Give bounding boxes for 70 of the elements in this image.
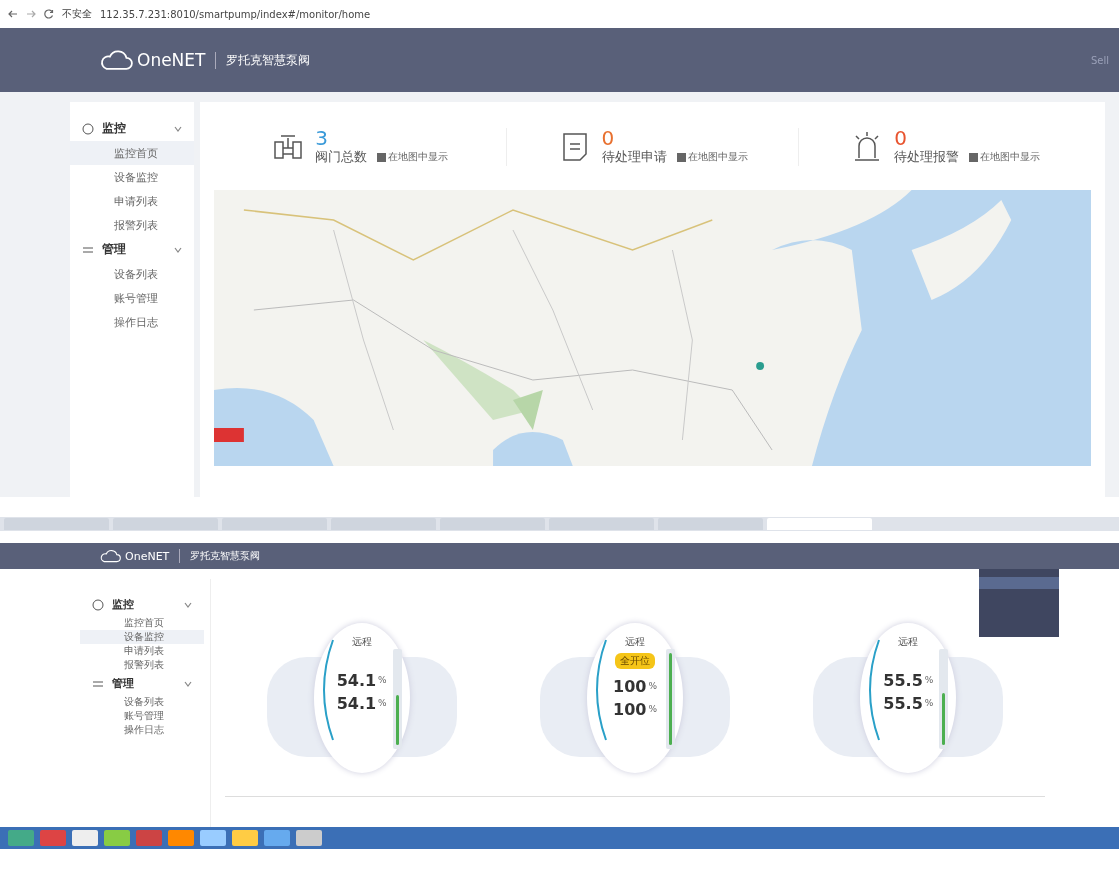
- menu-item[interactable]: 监控首页: [80, 616, 204, 630]
- setpoint-value: 54.1: [336, 693, 377, 713]
- monitor-icon: [92, 598, 104, 611]
- url-text[interactable]: 112.35.7.231:8010/smartpump/index#/monitor/home: [100, 8, 371, 20]
- setpoint-value: 100: [613, 699, 647, 719]
- stat-count: 0: [601, 128, 616, 148]
- setpoint-value: 55.5: [883, 693, 923, 713]
- menu-item[interactable]: 操作日志: [80, 723, 204, 737]
- menu-item[interactable]: 设备监控: [80, 630, 204, 644]
- caret-icon: [174, 124, 182, 133]
- brand-name: OneNET: [125, 549, 170, 563]
- menu-item[interactable]: 设备监控: [70, 165, 194, 189]
- menu-item[interactable]: 设备列表: [80, 695, 204, 709]
- menu-item[interactable]: 申请列表: [70, 189, 194, 213]
- brand-name: OneNET: [137, 50, 206, 70]
- stat-count: 3: [315, 128, 330, 148]
- opening-value: 100: [613, 676, 647, 696]
- menu-item[interactable]: 报警列表: [70, 213, 194, 237]
- unit-label: %: [378, 698, 387, 708]
- taskbar-app-icon[interactable]: [264, 830, 290, 846]
- cloud-logo-icon: [100, 549, 121, 563]
- caret-icon: [184, 600, 192, 609]
- mode-label: 远程: [898, 634, 919, 649]
- unit-label: %: [648, 704, 657, 714]
- unit-label: %: [924, 698, 934, 708]
- taskbar-app-icon[interactable]: [136, 830, 162, 846]
- menu-group[interactable]: 管理: [80, 672, 204, 695]
- stat-label: 待处理申请: [601, 148, 667, 166]
- menu-group[interactable]: 监控: [70, 116, 194, 141]
- taskbar-app-icon[interactable]: [296, 830, 322, 846]
- opening-value: 55.5: [883, 670, 923, 690]
- show-on-map-checkbox[interactable]: 在地图中显示: [377, 150, 449, 164]
- taskbar-app-icon[interactable]: [8, 830, 34, 846]
- forward-icon[interactable]: [26, 9, 36, 19]
- reload-icon[interactable]: [44, 9, 54, 19]
- mode-label: 远程: [625, 634, 645, 649]
- mode-label: 远程: [351, 634, 372, 649]
- menu-item[interactable]: 账号管理: [70, 286, 194, 310]
- menu-item[interactable]: 申请列表: [80, 644, 204, 658]
- monitor-icon: [82, 122, 94, 135]
- system-title: 罗托克智慧泵阀: [179, 549, 261, 563]
- menu-item[interactable]: 监控首页: [70, 141, 194, 165]
- show-on-map-checkbox[interactable]: 在地图中显示: [676, 150, 748, 164]
- menu-item[interactable]: 设备列表: [70, 262, 194, 286]
- menu-group[interactable]: 监控: [80, 593, 204, 616]
- menu-item[interactable]: 报警列表: [80, 658, 204, 672]
- show-on-map-checkbox[interactable]: 在地图中显示: [969, 150, 1041, 164]
- taskbar-app-icon[interactable]: [232, 830, 258, 846]
- back-icon[interactable]: [8, 9, 18, 19]
- status-badge: 全开位: [615, 652, 655, 669]
- caret-icon: [174, 245, 182, 254]
- unit-label: %: [648, 681, 657, 691]
- taskbar-app-icon[interactable]: [104, 830, 130, 846]
- taskbar-app-icon[interactable]: [168, 830, 194, 846]
- taskbar-app-icon[interactable]: [40, 830, 66, 846]
- stat-label: 阀门总数: [315, 148, 368, 166]
- opening-value: 54.1: [336, 670, 377, 690]
- menu-item[interactable]: 操作日志: [70, 310, 194, 334]
- security-label: 不安全: [62, 7, 92, 21]
- unit-label: %: [378, 675, 387, 685]
- menu-item[interactable]: 账号管理: [80, 709, 204, 723]
- menu-group[interactable]: 管理: [70, 237, 194, 262]
- unit-label: %: [924, 675, 934, 685]
- system-title: 罗托克智慧泵阀: [215, 51, 311, 69]
- caret-icon: [184, 679, 192, 688]
- stat-label: 待处理报警: [894, 148, 960, 166]
- stat-count: 0: [894, 128, 908, 148]
- taskbar-app-icon[interactable]: [72, 830, 98, 846]
- cloud-logo-icon: [100, 49, 133, 71]
- taskbar-app-icon[interactable]: [200, 830, 226, 846]
